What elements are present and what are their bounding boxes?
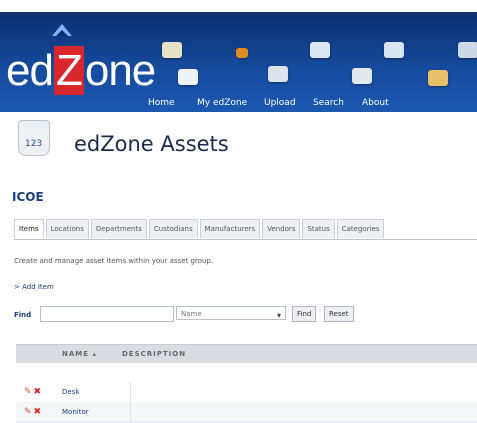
logo-suffix: one	[84, 46, 156, 95]
users-icon[interactable]	[428, 70, 448, 86]
nav-search[interactable]: Search	[313, 98, 344, 108]
lock-icon[interactable]	[352, 68, 372, 84]
film-icon[interactable]	[236, 48, 248, 58]
edit-icon[interactable]: ✎	[24, 407, 32, 417]
add-item-link[interactable]: > Add Item	[14, 283, 54, 291]
edzone-logo[interactable]: edZone	[6, 46, 156, 96]
table-row[interactable]: ✎ ✖ Desk	[16, 382, 477, 403]
find-label: Find	[14, 311, 32, 319]
nav-home[interactable]: Home	[148, 98, 175, 108]
row-name[interactable]: Desk	[62, 388, 79, 396]
logo-z: Z	[53, 46, 84, 95]
find-field-select[interactable]: Name ▾	[176, 306, 286, 320]
tab-items[interactable]: Items	[14, 219, 44, 238]
tag-number: 123	[25, 139, 43, 149]
nav-upload[interactable]: Upload	[264, 98, 296, 108]
tab-custodians[interactable]: Custodians	[148, 219, 198, 238]
top-strip	[0, 0, 477, 12]
tab-categories[interactable]: Categories	[336, 219, 385, 238]
nav-my-edzone[interactable]: My edZone	[197, 98, 247, 108]
tab-manufacturers[interactable]: Manufacturers	[199, 219, 261, 238]
row-actions: ✎ ✖	[24, 407, 41, 417]
column-divider	[130, 402, 131, 422]
row-name[interactable]: Monitor	[62, 408, 89, 416]
delete-icon[interactable]: ✖	[34, 407, 42, 417]
document-icon[interactable]	[310, 42, 330, 58]
pencil-icon[interactable]	[162, 42, 182, 58]
page-title: edZone Assets	[74, 132, 229, 156]
tab-vendors[interactable]: Vendors	[262, 219, 301, 238]
column-name[interactable]: NAME ▴	[62, 350, 97, 358]
find-field-value: Name	[181, 310, 202, 318]
main-nav: Home My edZone Upload Search About	[0, 98, 477, 112]
tools-icon[interactable]	[384, 42, 404, 58]
asset-tag-icon: 123	[18, 120, 50, 156]
column-divider	[130, 382, 131, 402]
header-banner: edZone Home My edZone Upload Search Abou…	[0, 12, 477, 112]
archive-icon[interactable]	[268, 66, 288, 82]
tab-status[interactable]: Status	[302, 219, 335, 238]
column-description[interactable]: DESCRIPTION	[122, 350, 186, 358]
row-actions: ✎ ✖	[24, 387, 41, 397]
find-button[interactable]: Find	[292, 306, 317, 322]
delete-icon[interactable]: ✖	[34, 387, 42, 397]
asset-group-name: ICOE	[12, 190, 44, 204]
tab-departments[interactable]: Departments	[90, 219, 147, 238]
items-description: Create and manage asset items within you…	[14, 257, 214, 265]
tab-locations[interactable]: Locations	[45, 219, 89, 238]
chevron-down-icon: ▾	[276, 311, 281, 320]
tab-bar: Items Locations Departments Custodians M…	[14, 219, 477, 240]
table-header: NAME ▴ DESCRIPTION	[16, 344, 477, 363]
edit-icon[interactable]: ✎	[24, 387, 32, 397]
logo-prefix: ed	[6, 46, 54, 95]
network-icon[interactable]	[458, 42, 477, 58]
reset-button[interactable]: Reset	[324, 306, 354, 322]
find-input[interactable]	[40, 306, 174, 322]
graduation-cap-inner	[56, 30, 68, 36]
nav-about[interactable]: About	[362, 98, 389, 108]
camera-icon[interactable]	[178, 69, 198, 85]
